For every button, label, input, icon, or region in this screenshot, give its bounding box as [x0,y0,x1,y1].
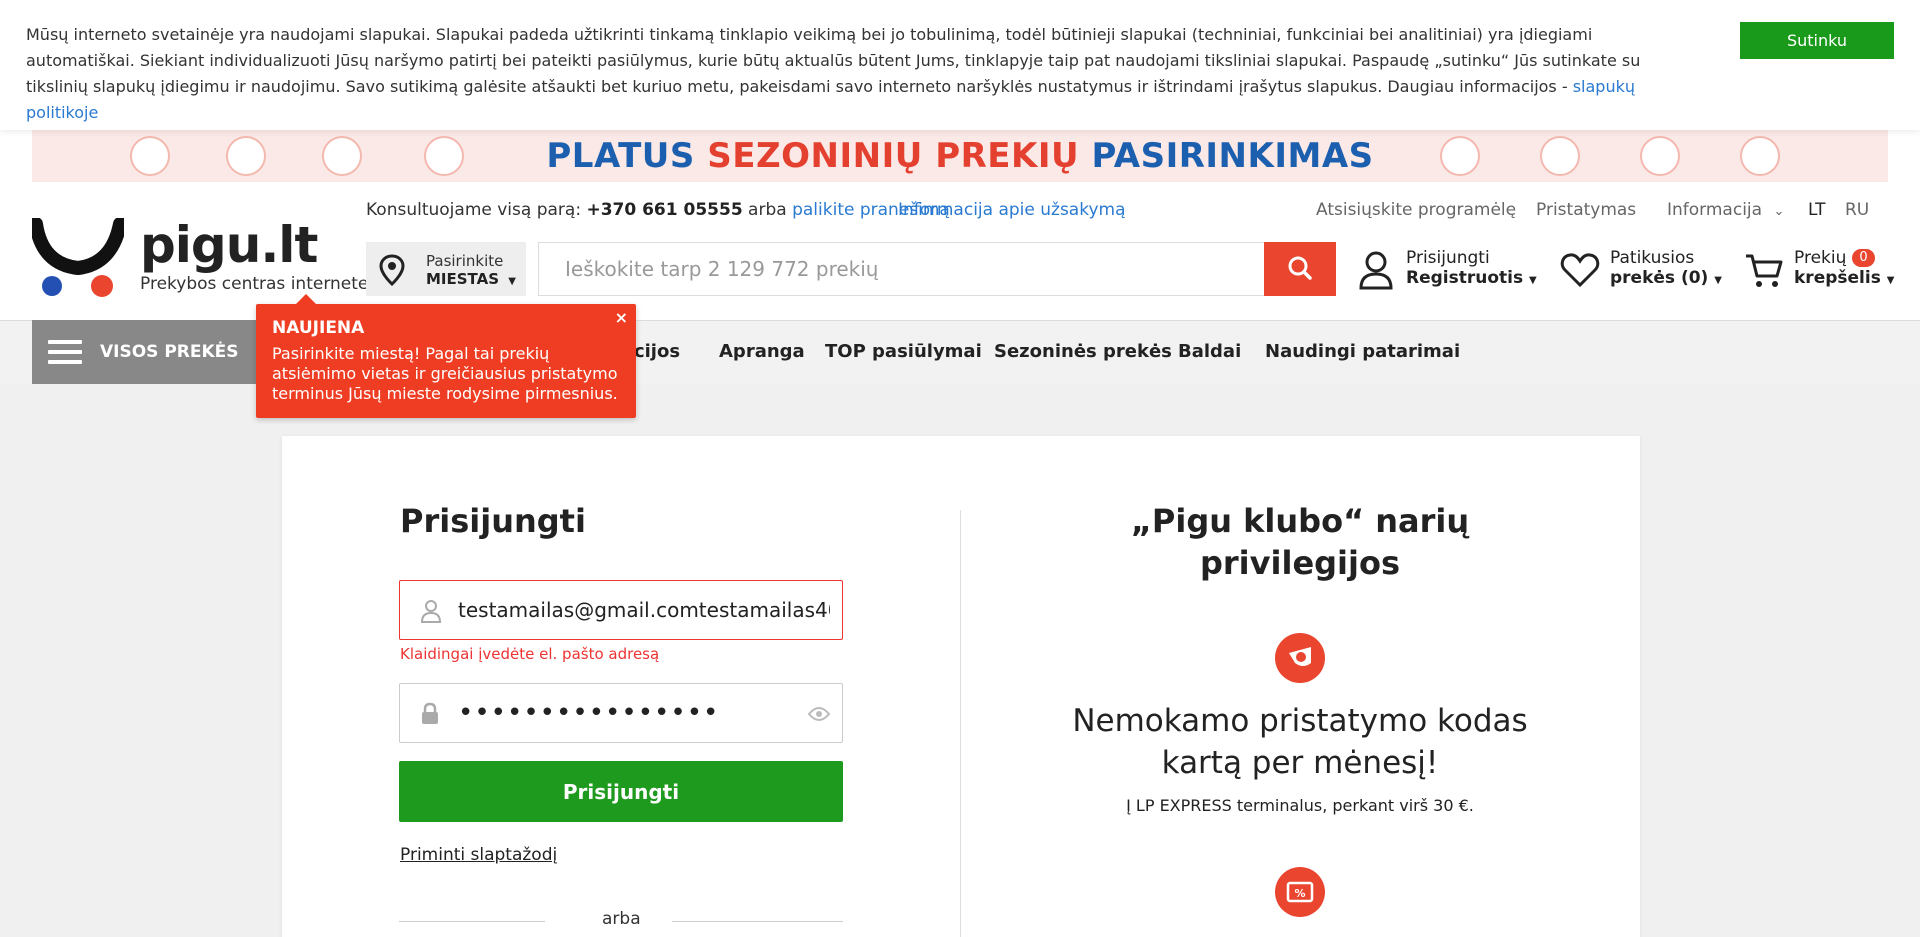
tooltip-body: Pasirinkite miestą! Pagal tai prekių ats… [272,344,618,403]
pool-icon [1640,136,1680,176]
cart-link[interactable]: Prekių 0 krepšelis ▼ [1794,248,1894,288]
or-label: arba [602,909,641,929]
email-field[interactable]: testamailas@gmail.comtestamailas40( [399,580,843,640]
consult-mid: arba [742,200,793,220]
order-info-link[interactable]: Informacija apie užsakymą [898,200,1126,220]
nav-item-seasonal[interactable]: Sezoninės prekės [994,320,1172,384]
caret-down-icon: ▼ [1886,275,1895,286]
svg-text:%: % [1294,887,1305,900]
ball-icon [1740,136,1780,176]
user-icon [1359,251,1393,290]
chevron-down-icon: ⌄ [1773,204,1785,219]
site-logo[interactable]: pigu.lt Prekybos centras internete [32,214,368,304]
register-link[interactable]: Registruotis ▼ [1406,268,1537,288]
account-menu[interactable]: Prisijungti Registruotis ▼ [1406,248,1537,288]
perk-1-subtitle: Į LP EXPRESS terminalus, perkant virš 30… [1126,796,1474,815]
city-tooltip: NAUJIENA Pasirinkite miestą! Pagal tai p… [256,294,636,418]
cart-subtitle: krepšelis ▼ [1794,268,1894,288]
remind-password-link[interactable]: Priminti slaptažodį [400,845,557,865]
lock-icon [422,702,438,724]
login-title: Prisijungti [400,502,586,540]
nav-item-furniture[interactable]: Baldai [1178,320,1241,384]
nav-item-top[interactable]: TOP pasiūlymai [825,320,982,384]
nav-item-apranga[interactable]: Apranga [719,320,805,384]
logo-mark-icon [32,218,124,297]
lang-ru[interactable]: RU [1845,200,1869,220]
cart-label: Prekių [1794,248,1847,268]
promo-title: PLATUS SEZONINIŲ PREKIŲ PASIRINKIMAS [32,130,1888,182]
chainsaw-icon [1540,136,1580,176]
delivery-link[interactable]: Pristatymas [1536,200,1636,220]
promo-part-3: PREKIŲ [935,136,1092,176]
promo-part-1: PLATUS [546,136,708,176]
cookie-text: Mūsų interneto svetainėje yra naudojami … [26,22,1706,126]
caret-down-icon: ▼ [1529,275,1537,286]
city-value-text: MIESTAS [426,270,500,288]
user-icon [420,600,442,623]
close-icon[interactable]: × [615,308,628,327]
card-divider [960,510,961,937]
favorites-count-text: prekės (0) [1610,268,1709,288]
search-button[interactable] [1264,242,1336,296]
nav-item-tips[interactable]: Naudingi patarimai [1265,320,1460,384]
email-value: testamailas@gmail.comtestamailas40( [458,598,830,622]
discount-icon: % [1275,867,1325,917]
perk-1-title: Nemokamo pristatymo kodas kartą per mėne… [1072,703,1528,781]
promo-part-4: PASIRINKIMAS [1091,136,1374,176]
information-menu[interactable]: Informacija ⌄ [1667,200,1784,220]
register-label: Registruotis [1406,268,1524,288]
or-divider-right [672,921,843,922]
login-button[interactable]: Prisijungti [399,761,843,822]
password-field[interactable]: •••••••••••••••• [399,683,843,743]
eye-icon[interactable] [808,706,830,722]
promo-part-2: SEZONINIŲ [707,136,936,176]
logo-tagline: Prekybos centras internete [140,274,369,294]
consult-prefix: Konsultuojame visą parą: [366,200,587,220]
horn-icon [1275,633,1325,683]
lang-lt[interactable]: LT [1808,200,1826,220]
download-app-link[interactable]: Atsisiųskite programėlę [1316,200,1516,220]
search-icon [1288,256,1312,280]
heart-icon [1560,253,1600,288]
tooltip-title: NAUJIENA [272,318,365,338]
email-error: Klaidingai įvedėte el. pašto adresą [400,645,660,663]
cart-subtitle-text: krepšelis [1794,268,1881,288]
phone-number: +370 661 05555 [586,200,743,220]
search-input[interactable]: Ieškokite tarp 2 129 772 prekių [538,242,1266,296]
cart-icon [1746,254,1783,287]
promo-banner[interactable]: PLATUS SEZONINIŲ PREKIŲ PASIRINKIMAS [32,130,1888,182]
menu-icon [48,340,82,364]
information-label: Informacija [1667,200,1763,220]
favorites-count: prekės (0) ▼ [1610,268,1722,288]
logo-name: pigu.lt [140,216,318,274]
favorites-label: Patikusios [1610,248,1695,268]
city-label: Pasirinkite [426,252,504,270]
or-divider-left [399,921,545,922]
caret-down-icon: ▼ [1714,275,1722,286]
login-link[interactable]: Prisijungti [1406,248,1537,268]
cookie-banner: Mūsų interneto svetainėje yra naudojami … [0,0,1920,130]
location-pin-icon [379,254,405,286]
cookie-message: Mūsų interneto svetainėje yra naudojami … [26,25,1641,96]
password-value: •••••••••••••••• [458,698,720,728]
city-value: MIESTAS ▼ [426,270,516,288]
city-selector[interactable]: Pasirinkite MIESTAS ▼ [366,242,526,296]
caret-down-icon: ▼ [508,276,516,287]
consult-line: Konsultuojame visą parą: +370 661 05555 … [366,200,950,220]
grill-icon [1440,136,1480,176]
perks-title: „Pigu klubo“ narių privilegijos [1130,502,1470,582]
cookie-accept-button[interactable]: Sutinku [1740,22,1894,59]
favorites-link[interactable]: Patikusios prekės (0) ▼ [1610,248,1722,288]
cart-count-badge: 0 [1852,249,1875,267]
